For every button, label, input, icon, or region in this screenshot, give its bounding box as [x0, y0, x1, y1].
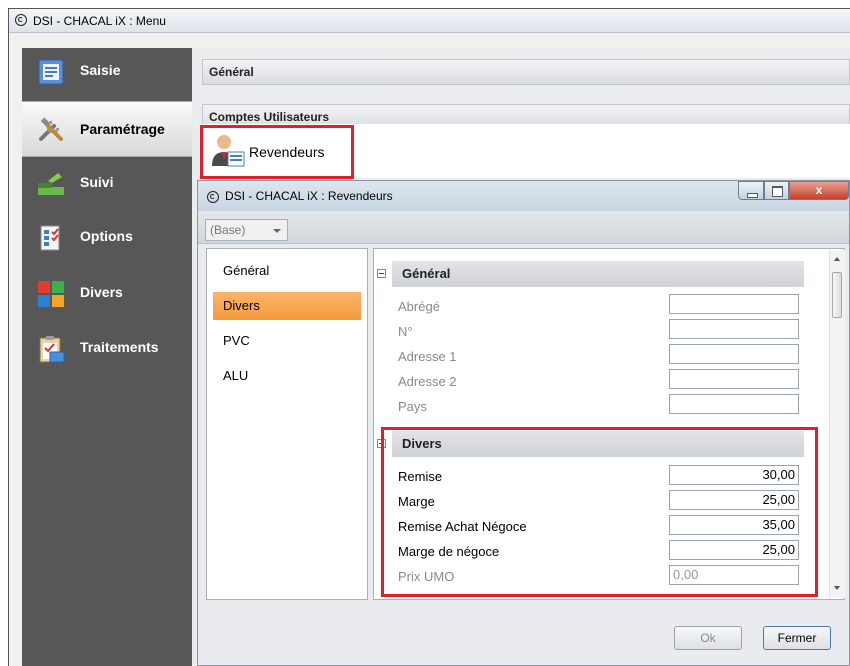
sidebar-item-label: Divers: [80, 284, 123, 300]
sidebar-item-label: Suivi: [80, 174, 114, 190]
category-item-pvc[interactable]: PVC: [213, 327, 361, 355]
section-general[interactable]: Général: [202, 59, 850, 85]
form-icon: [38, 59, 64, 85]
ok-button[interactable]: Ok: [674, 626, 742, 650]
scroll-down-icon[interactable]: [834, 586, 840, 590]
collapse-icon[interactable]: [377, 269, 386, 278]
sidebar-item-saisie[interactable]: Saisie: [22, 48, 192, 98]
field-label: Adresse 1: [398, 349, 457, 364]
field-label: Abrégé: [398, 299, 440, 314]
sidebar-item-label: Traitements: [80, 339, 159, 355]
minimize-button[interactable]: [738, 181, 764, 200]
field-label: Pays: [398, 399, 427, 414]
number-field[interactable]: [669, 319, 799, 339]
app-logo-icon: [207, 191, 219, 203]
close-icon: x: [815, 183, 823, 197]
abrege-field[interactable]: [669, 294, 799, 314]
main-window-title: DSI - CHACAL iX : Menu: [33, 14, 166, 28]
app-logo-icon: [15, 14, 27, 26]
base-dropdown-value: (Base): [210, 223, 246, 237]
sidebar: Saisie Paramétrage Suivi Options Divers …: [22, 48, 192, 666]
tools-icon: [39, 117, 63, 141]
chevron-down-icon: [273, 229, 281, 233]
tracking-icon: [38, 173, 64, 195]
options-icon: [40, 225, 60, 251]
category-item-alu[interactable]: ALU: [213, 362, 361, 390]
sidebar-item-parametrage[interactable]: Paramétrage: [22, 101, 192, 157]
minimize-icon: [747, 193, 758, 198]
vertical-scrollbar[interactable]: [829, 250, 845, 598]
category-item-divers[interactable]: Divers: [213, 292, 361, 320]
sidebar-item-label: Options: [80, 228, 133, 244]
category-item-general[interactable]: Général: [213, 257, 361, 285]
grid-category-general: Général: [392, 261, 804, 287]
sidebar-item-divers[interactable]: Divers: [22, 270, 192, 320]
sidebar-item-options[interactable]: Options: [22, 214, 192, 264]
address1-field[interactable]: [669, 344, 799, 364]
scroll-up-icon[interactable]: [834, 257, 840, 261]
reseller-window: DSI - CHACAL iX : Revendeurs x (Base) Gé…: [197, 180, 850, 666]
child-title-bar: DSI - CHACAL iX : Revendeurs x: [198, 181, 849, 211]
field-label: Adresse 2: [398, 374, 457, 389]
maximize-button[interactable]: [764, 181, 789, 200]
main-title-bar: DSI - CHACAL iX : Menu: [9, 9, 850, 33]
base-dropdown[interactable]: (Base): [205, 219, 288, 241]
maximize-icon: [772, 186, 783, 197]
category-list: Général Divers PVC ALU: [206, 248, 368, 600]
address2-field[interactable]: [669, 369, 799, 389]
sidebar-item-suivi[interactable]: Suivi: [22, 160, 192, 210]
close-window-button[interactable]: Fermer: [763, 626, 831, 650]
child-toolbar: (Base): [198, 211, 849, 244]
sidebar-item-label: Saisie: [80, 62, 121, 78]
sidebar-item-label: Paramétrage: [80, 121, 165, 137]
scroll-thumb[interactable]: [832, 272, 842, 318]
child-window-title: DSI - CHACAL iX : Revendeurs: [225, 189, 393, 203]
country-field[interactable]: [669, 394, 799, 414]
sidebar-item-traitements[interactable]: Traitements: [22, 325, 192, 375]
field-label: N°: [398, 324, 413, 339]
close-button[interactable]: x: [789, 181, 849, 200]
tiles-icon: [38, 281, 64, 307]
clipboard-icon: [39, 336, 65, 363]
highlight-box-divers: [381, 427, 818, 597]
property-grid: Général Abrégé N° Adresse 1 Adresse 2 Pa…: [373, 248, 845, 600]
highlight-box-reseller: [200, 125, 354, 179]
window-controls: x: [738, 181, 849, 201]
